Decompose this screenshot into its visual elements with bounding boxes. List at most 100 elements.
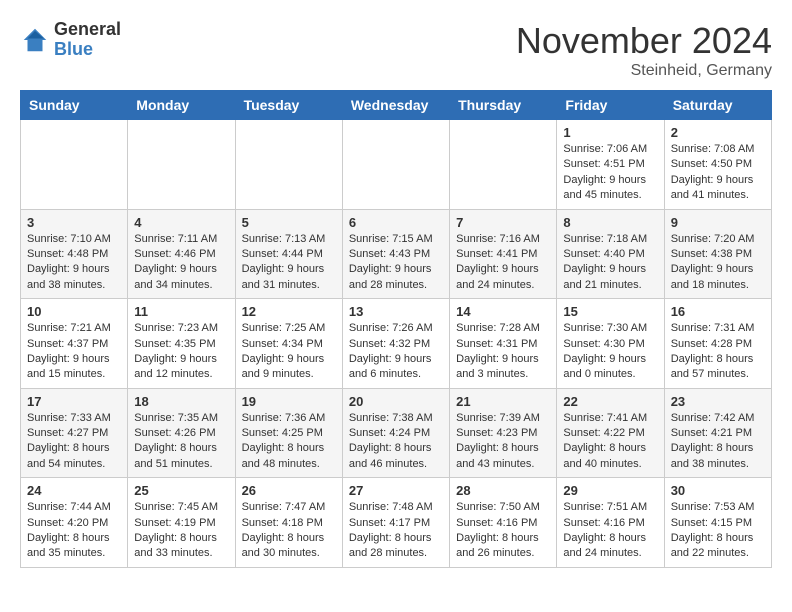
calendar-cell: 22 Sunrise: 7:41 AM Sunset: 4:22 PM Dayli… (557, 388, 664, 478)
day-info: Sunrise: 7:50 AM Sunset: 4:16 PM Dayligh… (456, 500, 550, 562)
day-number: 20 (349, 394, 443, 409)
day-number: 7 (456, 215, 550, 230)
calendar-week-1: 1 Sunrise: 7:06 AM Sunset: 4:51 PM Daylig… (21, 120, 772, 210)
day-info: Sunrise: 7:10 AM Sunset: 4:48 PM Dayligh… (27, 232, 121, 294)
calendar-week-2: 3 Sunrise: 7:10 AM Sunset: 4:48 PM Daylig… (21, 209, 772, 299)
day-info: Sunrise: 7:44 AM Sunset: 4:20 PM Dayligh… (27, 500, 121, 562)
calendar-cell: 29Sunrise: 7:51 AM Sunset: 4:16 PM Dayli… (557, 478, 664, 568)
day-info: Sunrise: 7:41 AM Sunset: 4:22 PM Dayligh… (563, 411, 657, 473)
calendar-cell (450, 120, 557, 210)
calendar-cell (21, 120, 128, 210)
day-info: Sunrise: 7:28 AM Sunset: 4:31 PM Dayligh… (456, 321, 550, 383)
calendar-cell: 23 Sunrise: 7:42 AM Sunset: 4:21 PM Dayli… (664, 388, 771, 478)
day-info: Sunrise: 7:30 AM Sunset: 4:30 PM Dayligh… (563, 321, 657, 383)
calendar-cell: 15 Sunrise: 7:30 AM Sunset: 4:30 PM Dayli… (557, 299, 664, 389)
day-number: 24 (27, 483, 121, 498)
day-number: 13 (349, 304, 443, 319)
calendar-cell: 5 Sunrise: 7:13 AM Sunset: 4:44 PM Daylig… (235, 209, 342, 299)
day-info: Sunrise: 7:38 AM Sunset: 4:24 PM Dayligh… (349, 411, 443, 473)
header-monday: Monday (128, 91, 235, 120)
day-info: Sunrise: 7:33 AM Sunset: 4:27 PM Dayligh… (27, 411, 121, 473)
day-number: 4 (134, 215, 228, 230)
calendar-header-row: Sunday Monday Tuesday Wednesday Thursday… (21, 91, 772, 120)
day-info: Sunrise: 7:36 AM Sunset: 4:25 PM Dayligh… (242, 411, 336, 473)
day-info: Sunrise: 7:20 AM Sunset: 4:38 PM Dayligh… (671, 232, 765, 294)
day-info: Sunrise: 7:23 AM Sunset: 4:35 PM Dayligh… (134, 321, 228, 383)
calendar-cell: 4 Sunrise: 7:11 AM Sunset: 4:46 PM Daylig… (128, 209, 235, 299)
day-info: Sunrise: 7:18 AM Sunset: 4:40 PM Dayligh… (563, 232, 657, 294)
day-number: 15 (563, 304, 657, 319)
calendar-cell: 24 Sunrise: 7:44 AM Sunset: 4:20 PM Dayli… (21, 478, 128, 568)
calendar-cell: 14 Sunrise: 7:28 AM Sunset: 4:31 PM Dayli… (450, 299, 557, 389)
day-number: 5 (242, 215, 336, 230)
day-number: 8 (563, 215, 657, 230)
day-info: Sunrise: 7:45 AM Sunset: 4:19 PM Dayligh… (134, 500, 228, 562)
day-number: 6 (349, 215, 443, 230)
day-number: 1 (563, 125, 657, 140)
calendar-cell: 1 Sunrise: 7:06 AM Sunset: 4:51 PM Daylig… (557, 120, 664, 210)
calendar-cell: 13Sunrise: 7:26 AM Sunset: 4:32 PM Dayli… (342, 299, 449, 389)
day-number: 22 (563, 394, 657, 409)
day-number: 30 (671, 483, 765, 498)
calendar: Sunday Monday Tuesday Wednesday Thursday… (20, 90, 772, 568)
logo-text: General Blue (54, 20, 121, 60)
calendar-cell (235, 120, 342, 210)
day-info: Sunrise: 7:42 AM Sunset: 4:21 PM Dayligh… (671, 411, 765, 473)
day-info: Sunrise: 7:08 AM Sunset: 4:50 PM Dayligh… (671, 142, 765, 204)
day-number: 23 (671, 394, 765, 409)
month-title: November 2024 (516, 20, 772, 62)
calendar-cell: 6 Sunrise: 7:15 AM Sunset: 4:43 PM Daylig… (342, 209, 449, 299)
calendar-cell: 7Sunrise: 7:16 AM Sunset: 4:41 PM Daylig… (450, 209, 557, 299)
location: Steinheid, Germany (516, 62, 772, 80)
calendar-cell: 27 Sunrise: 7:48 AM Sunset: 4:17 PM Dayli… (342, 478, 449, 568)
calendar-week-4: 17Sunrise: 7:33 AM Sunset: 4:27 PM Dayli… (21, 388, 772, 478)
day-info: Sunrise: 7:51 AM Sunset: 4:16 PM Dayligh… (563, 500, 657, 562)
day-number: 11 (134, 304, 228, 319)
logo-icon (20, 25, 50, 55)
calendar-cell: 16Sunrise: 7:31 AM Sunset: 4:28 PM Dayli… (664, 299, 771, 389)
calendar-cell: 17Sunrise: 7:33 AM Sunset: 4:27 PM Dayli… (21, 388, 128, 478)
day-number: 14 (456, 304, 550, 319)
day-number: 27 (349, 483, 443, 498)
header-tuesday: Tuesday (235, 91, 342, 120)
day-number: 12 (242, 304, 336, 319)
calendar-cell (128, 120, 235, 210)
day-info: Sunrise: 7:21 AM Sunset: 4:37 PM Dayligh… (27, 321, 121, 383)
calendar-cell: 8 Sunrise: 7:18 AM Sunset: 4:40 PM Daylig… (557, 209, 664, 299)
calendar-cell: 28 Sunrise: 7:50 AM Sunset: 4:16 PM Dayli… (450, 478, 557, 568)
day-number: 25 (134, 483, 228, 498)
calendar-cell: 12 Sunrise: 7:25 AM Sunset: 4:34 PM Dayli… (235, 299, 342, 389)
day-info: Sunrise: 7:11 AM Sunset: 4:46 PM Dayligh… (134, 232, 228, 294)
calendar-cell: 18 Sunrise: 7:35 AM Sunset: 4:26 PM Dayli… (128, 388, 235, 478)
header-thursday: Thursday (450, 91, 557, 120)
day-info: Sunrise: 7:35 AM Sunset: 4:26 PM Dayligh… (134, 411, 228, 473)
day-number: 16 (671, 304, 765, 319)
day-info: Sunrise: 7:15 AM Sunset: 4:43 PM Dayligh… (349, 232, 443, 294)
day-number: 10 (27, 304, 121, 319)
calendar-week-5: 24 Sunrise: 7:44 AM Sunset: 4:20 PM Dayli… (21, 478, 772, 568)
day-info: Sunrise: 7:53 AM Sunset: 4:15 PM Dayligh… (671, 500, 765, 562)
day-number: 2 (671, 125, 765, 140)
calendar-cell: 26Sunrise: 7:47 AM Sunset: 4:18 PM Dayli… (235, 478, 342, 568)
calendar-cell: 2 Sunrise: 7:08 AM Sunset: 4:50 PM Daylig… (664, 120, 771, 210)
day-number: 28 (456, 483, 550, 498)
day-info: Sunrise: 7:13 AM Sunset: 4:44 PM Dayligh… (242, 232, 336, 294)
day-info: Sunrise: 7:25 AM Sunset: 4:34 PM Dayligh… (242, 321, 336, 383)
calendar-cell: 3 Sunrise: 7:10 AM Sunset: 4:48 PM Daylig… (21, 209, 128, 299)
day-number: 21 (456, 394, 550, 409)
day-number: 19 (242, 394, 336, 409)
header-saturday: Saturday (664, 91, 771, 120)
calendar-cell: 21Sunrise: 7:39 AM Sunset: 4:23 PM Dayli… (450, 388, 557, 478)
day-info: Sunrise: 7:06 AM Sunset: 4:51 PM Dayligh… (563, 142, 657, 204)
calendar-week-3: 10 Sunrise: 7:21 AM Sunset: 4:37 PM Dayli… (21, 299, 772, 389)
day-number: 26 (242, 483, 336, 498)
day-info: Sunrise: 7:48 AM Sunset: 4:17 PM Dayligh… (349, 500, 443, 562)
calendar-cell: 11 Sunrise: 7:23 AM Sunset: 4:35 PM Dayli… (128, 299, 235, 389)
day-number: 9 (671, 215, 765, 230)
logo-blue: Blue (54, 40, 121, 60)
day-number: 18 (134, 394, 228, 409)
title-area: November 2024 Steinheid, Germany (516, 20, 772, 80)
calendar-cell (342, 120, 449, 210)
day-number: 3 (27, 215, 121, 230)
header-sunday: Sunday (21, 91, 128, 120)
